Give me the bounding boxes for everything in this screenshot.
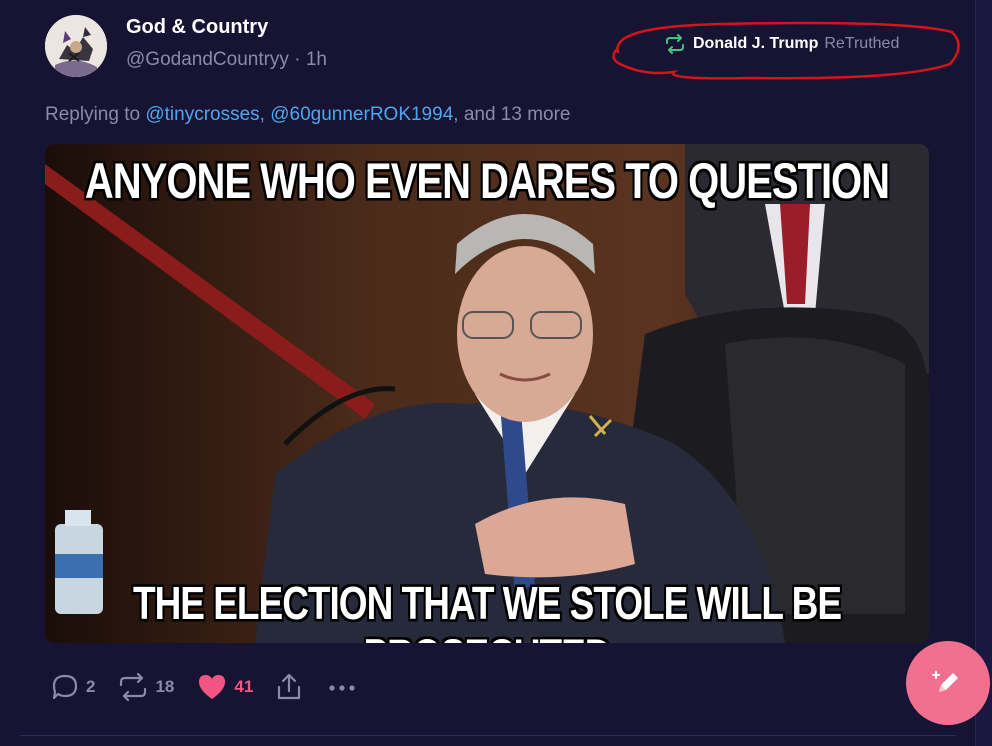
author-handle-time[interactable]: @GodandCountryy · 1h xyxy=(126,49,327,71)
avatar[interactable] xyxy=(45,15,107,77)
pencil-sparkle-icon xyxy=(932,671,958,692)
scrollbar-track[interactable] xyxy=(975,0,992,746)
post-actions: 2 18 41 xyxy=(50,672,381,702)
like-count: 41 xyxy=(234,677,254,696)
retruth-count: 18 xyxy=(155,677,175,696)
speech-bubble-icon xyxy=(52,674,78,700)
retruth-arrows-icon xyxy=(120,672,147,702)
post-divider xyxy=(20,735,956,736)
replying-to-prefix: Replying to xyxy=(45,104,146,125)
replying-to-line: Replying to @tinycrosses, @60gunnerROK19… xyxy=(45,104,571,126)
share-icon xyxy=(278,673,301,700)
truth-post: God & Country @GodandCountryy · 1h Donal… xyxy=(0,0,976,746)
retruth-button[interactable]: 18 xyxy=(117,672,174,702)
compose-button[interactable] xyxy=(906,641,990,725)
reply-count: 2 xyxy=(86,677,96,696)
author-name[interactable]: God & Country xyxy=(126,16,268,39)
meme-top-caption: ANYONE WHO EVEN DARES TO QUESTION xyxy=(84,154,890,210)
mention-60gunner[interactable]: @60gunnerROK1994 xyxy=(270,104,453,125)
reply-button[interactable]: 2 xyxy=(50,672,95,702)
like-button[interactable]: 41 xyxy=(196,672,253,702)
mention-tinycrosses[interactable]: @tinycrosses xyxy=(145,104,259,125)
more-dots-icon xyxy=(329,685,355,691)
mention-separator: , xyxy=(259,104,271,125)
post-image[interactable]: ANYONE WHO EVEN DARES TO QUESTION THE EL… xyxy=(45,144,929,643)
meme-photo xyxy=(45,144,929,643)
heart-icon xyxy=(199,675,226,699)
replying-to-suffix[interactable]: , and 13 more xyxy=(453,104,570,125)
more-options-button[interactable] xyxy=(325,672,359,702)
red-annotation-circle xyxy=(612,21,960,80)
meme-bottom-caption: THE ELECTION THAT WE STOLE WILL BE PROSE… xyxy=(132,577,842,644)
share-button[interactable] xyxy=(275,672,303,702)
